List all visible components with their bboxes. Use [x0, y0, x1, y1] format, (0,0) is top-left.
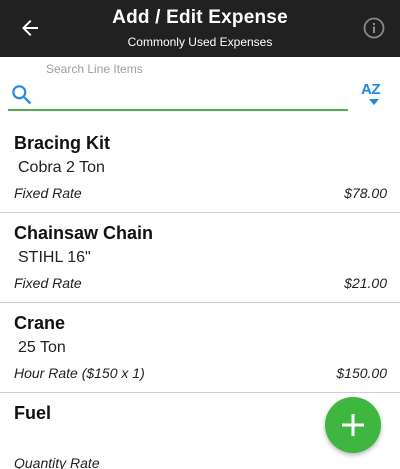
item-description: 25 Ton	[18, 339, 66, 356]
item-rate: Hour Rate ($150 x 1)	[14, 365, 145, 381]
item-price: $21.00	[344, 275, 387, 291]
item-name: Crane	[14, 313, 66, 333]
page-title: Add / Edit Expense	[112, 7, 288, 28]
sort-az-label: AZ	[361, 81, 381, 98]
sort-az-button[interactable]: AZ	[358, 79, 390, 109]
item-name: Chainsaw Chain	[14, 223, 154, 243]
item-rate: Fixed Rate	[14, 275, 82, 291]
item-name: Fuel	[14, 403, 52, 423]
search-underline	[8, 109, 348, 111]
item-name: Bracing Kit	[14, 133, 111, 153]
item-description: Cobra 2 Ton	[18, 159, 105, 176]
sort-down-arrow-icon	[369, 99, 379, 105]
app-bar: Add / Edit Expense Commonly Used Expense…	[0, 0, 400, 57]
item-rate: Fixed Rate	[14, 185, 82, 201]
item-price: $78.00	[344, 185, 387, 201]
plus-icon	[342, 414, 364, 436]
search-input[interactable]	[40, 77, 340, 107]
search-bar: Search Line Items AZ	[0, 57, 400, 123]
list-item[interactable]: Bracing Kit Cobra 2 Ton Fixed Rate $78.0…	[0, 123, 400, 213]
search-icon	[12, 85, 32, 105]
add-expense-button[interactable]	[325, 397, 381, 453]
info-icon	[363, 17, 385, 39]
search-label: Search Line Items	[46, 62, 143, 76]
list-item[interactable]: Crane 25 Ton Hour Rate ($150 x 1) $150.0…	[0, 303, 400, 393]
item-rate: Quantity Rate	[14, 455, 100, 469]
list-item[interactable]: Chainsaw Chain STIHL 16" Fixed Rate $21.…	[0, 213, 400, 303]
info-button[interactable]	[360, 14, 388, 42]
item-price: $150.00	[336, 365, 387, 381]
page-subtitle: Commonly Used Expenses	[127, 35, 273, 49]
item-description: STIHL 16"	[18, 249, 91, 266]
